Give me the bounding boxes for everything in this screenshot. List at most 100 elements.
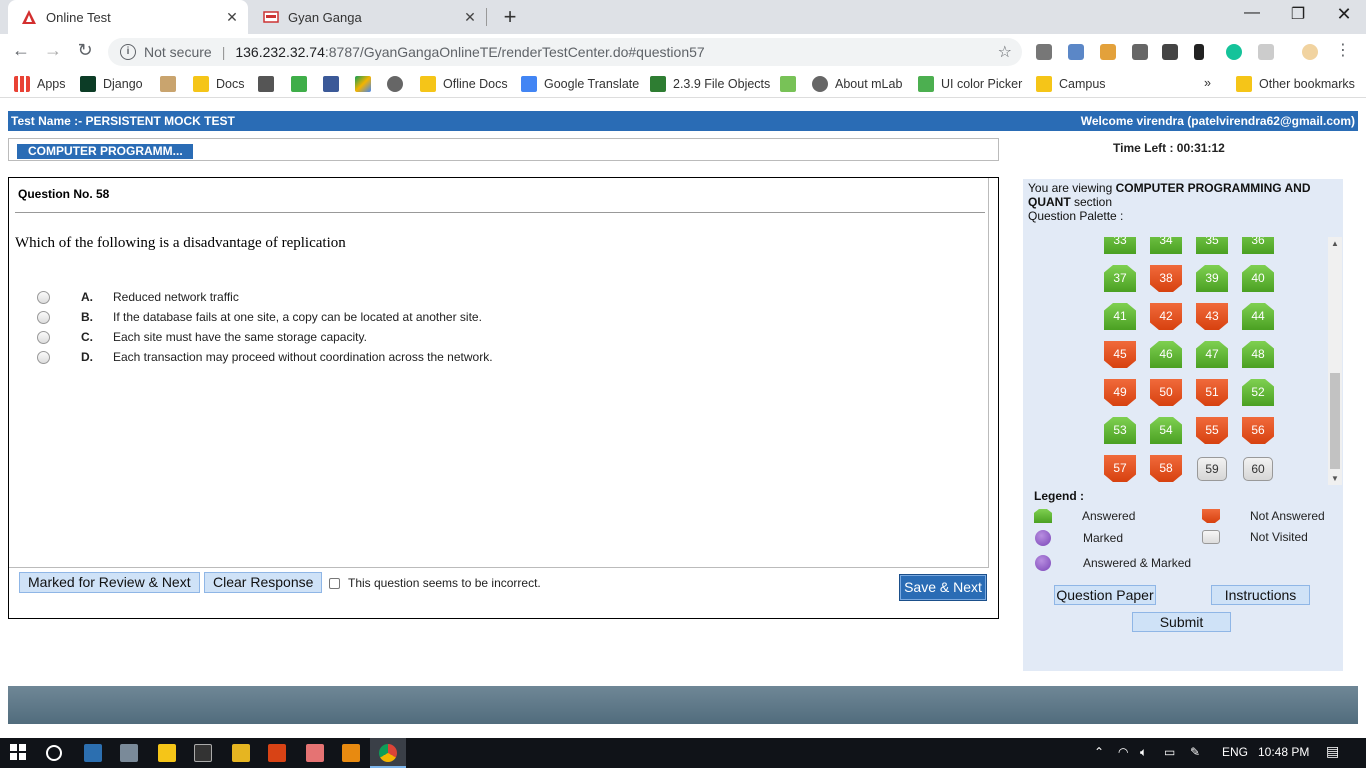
palette-question-38[interactable]: 38 [1150,265,1182,292]
palette-question-51[interactable]: 51 [1196,379,1228,406]
palette-question-56[interactable]: 56 [1242,417,1274,444]
bookmark-campus[interactable]: Campus [1036,76,1106,92]
option-radio[interactable] [37,310,50,324]
bookmark-google-translate[interactable]: Google Translate [521,76,639,92]
extension-eyedropper-icon[interactable] [1132,44,1148,60]
bookmark-drive[interactable] [355,76,378,92]
notifications-icon[interactable]: ▤ [1326,743,1339,760]
forward-arrow-icon[interactable]: → [40,40,66,61]
grammarly-icon[interactable] [1226,44,1242,60]
minimize-icon[interactable]: — [1232,4,1272,22]
extension-cube-icon[interactable] [1036,44,1052,60]
pen-icon[interactable]: ✎ [1190,745,1200,759]
info-icon[interactable]: i [120,44,136,60]
palette-question-39[interactable]: 39 [1196,265,1228,292]
scrollbar-thumb[interactable] [1330,373,1340,469]
close-icon[interactable]: ✕ [222,9,242,26]
checkbox[interactable] [329,577,340,589]
windows-start-icon[interactable] [10,744,28,762]
volume-icon[interactable]: 🔈︎ [1140,745,1147,760]
search-circle-icon[interactable] [46,745,62,761]
scroll-down-arrow-icon[interactable]: ▼ [1331,474,1339,483]
bookmark-star-icon[interactable]: ☆ [998,42,1012,62]
bookmark-globe[interactable] [387,76,410,92]
bookmark-other-bookmarks[interactable]: Other bookmarks [1236,76,1355,92]
extension-x-icon[interactable] [1258,44,1274,60]
palette-question-47[interactable]: 47 [1196,341,1228,368]
clock[interactable]: 10:48 PM [1258,745,1309,759]
palette-question-52[interactable]: 52 [1242,379,1274,406]
option-d[interactable]: D. Each transaction may proceed without … [37,350,493,364]
palette-question-43[interactable]: 43 [1196,303,1228,330]
palette-question-42[interactable]: 42 [1150,303,1182,330]
palette-question-49[interactable]: 49 [1104,379,1136,406]
palette-question-48[interactable]: 48 [1242,341,1274,368]
restore-icon[interactable]: ❐ [1278,4,1318,24]
profile-avatar[interactable] [1302,44,1318,60]
palette-question-41[interactable]: 41 [1104,303,1136,330]
incorrect-question-checkbox[interactable]: This question seems to be incorrect. [329,576,541,590]
palette-question-58[interactable]: 58 [1150,455,1182,482]
taskbar-app-icon[interactable] [268,744,286,762]
bookmark-ofline-docs[interactable]: Ofline Docs [420,76,508,92]
file-explorer-icon[interactable] [158,744,176,762]
submit-button[interactable]: Submit [1132,612,1231,632]
palette-question-35[interactable]: 35 [1196,237,1228,254]
option-radio[interactable] [37,330,50,344]
bookmark-ui-color-picker[interactable]: UI color Picker [918,76,1022,92]
palette-question-53[interactable]: 53 [1104,417,1136,444]
palette-question-57[interactable]: 57 [1104,455,1136,482]
extension-person-icon[interactable] [1100,44,1116,60]
question-paper-button[interactable]: Question Paper [1054,585,1156,605]
tab-online-test[interactable]: Online Test ✕ [8,0,248,34]
chrome-taskbar-button[interactable] [370,738,406,768]
taskbar-app-icon[interactable] [232,744,250,762]
save-next-button[interactable]: Save & Next [899,574,987,601]
palette-question-34[interactable]: 34 [1150,237,1182,254]
bookmark-facebook[interactable] [323,76,346,92]
extension-printer-icon[interactable] [1068,44,1084,60]
option-radio[interactable] [37,350,50,364]
palette-question-50[interactable]: 50 [1150,379,1182,406]
palette-question-59[interactable]: 59 [1197,457,1227,481]
taskbar-app-icon[interactable] [84,744,102,762]
palette-question-60[interactable]: 60 [1243,457,1273,481]
extension-tb-icon[interactable] [1162,44,1178,60]
bookmarks-overflow-chevron[interactable]: » [1204,76,1211,90]
sublime-text-icon[interactable] [342,744,360,762]
cmd-icon[interactable] [194,744,212,762]
reload-icon[interactable]: ↻ [72,40,98,61]
palette-question-54[interactable]: 54 [1150,417,1182,444]
bookmark-file-objects[interactable]: 2.3.9 File Objects [650,76,770,92]
taskbar-mail-icon[interactable] [120,744,138,762]
option-c[interactable]: C. Each site must have the same storage … [37,330,367,344]
address-bar[interactable]: i Not secure | 136.232.32.74 :8787/GyanG… [108,38,1022,66]
bookmark-django[interactable]: Django [80,76,143,92]
bookmark-px[interactable] [291,76,314,92]
new-tab-plus-icon[interactable]: + [498,4,522,30]
mark-review-next-button[interactable]: Marked for Review & Next [19,572,200,593]
bookmark-wm[interactable] [258,76,281,92]
bookmark-image[interactable] [160,76,183,92]
palette-question-33[interactable]: 33 [1104,237,1136,254]
palette-question-46[interactable]: 46 [1150,341,1182,368]
bookmark-android[interactable] [780,76,803,92]
bookmark-apps[interactable]: Apps [14,76,66,92]
section-tab-computer-programming[interactable]: COMPUTER PROGRAMM... [17,144,193,159]
bookmark-docs[interactable]: Docs [193,76,244,92]
palette-scrollbar[interactable]: ▲ ▼ [1328,237,1342,485]
palette-question-44[interactable]: 44 [1242,303,1274,330]
palette-question-37[interactable]: 37 [1104,265,1136,292]
instructions-button[interactable]: Instructions [1211,585,1310,605]
menu-kebab-icon[interactable]: ⋮ [1330,40,1356,60]
window-close-icon[interactable]: ✕ [1324,4,1364,25]
palette-question-36[interactable]: 36 [1242,237,1274,254]
option-radio[interactable] [37,290,50,304]
battery-icon[interactable]: ▭ [1164,745,1175,759]
bookmark-about-mlab[interactable]: About mLab [812,76,902,92]
palette-question-45[interactable]: 45 [1104,341,1136,368]
language-indicator[interactable]: ENG [1222,745,1248,759]
tab-gyan-ganga[interactable]: Gyan Ganga ✕ [250,0,486,34]
show-hidden-icons-chevron[interactable]: ⌃ [1094,745,1104,759]
extension-pen-icon[interactable] [1194,44,1204,60]
